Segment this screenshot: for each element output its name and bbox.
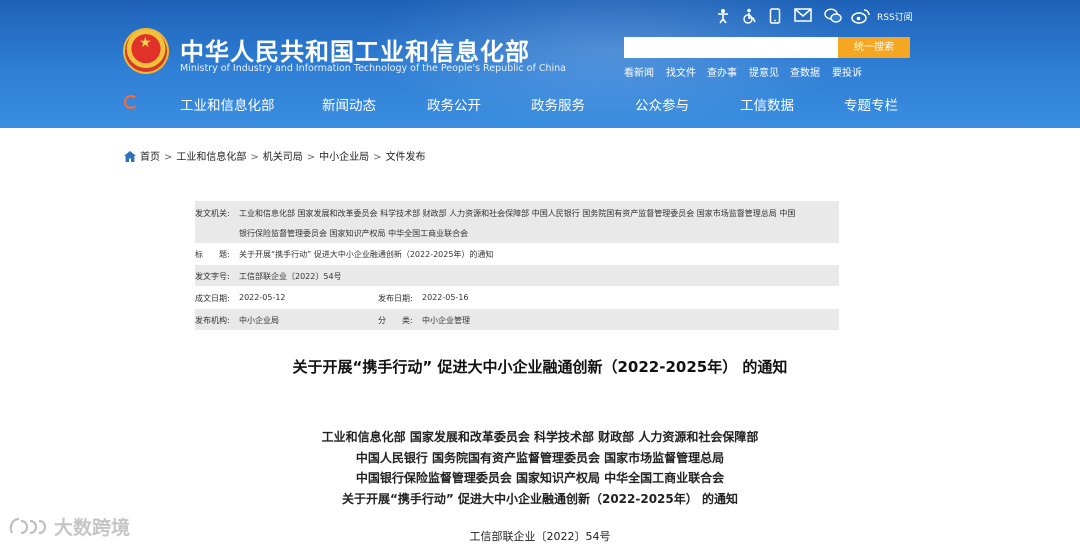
home-icon[interactable] <box>124 151 136 162</box>
meta-issuer-label: 发文机关: <box>195 209 230 218</box>
quick-link-complaint[interactable]: 要投诉 <box>832 64 862 79</box>
issuers-line: 中国银行保险监督管理委员会 国家知识产权局 中华全国工商业联合会 <box>355 471 725 485</box>
nav-item-services[interactable]: 政务服务 <box>531 94 585 114</box>
meta-docno-label: 发文字号: <box>195 272 230 281</box>
meta-category-label: 分 类: <box>378 316 413 325</box>
nav-item-ministry[interactable]: 工业和信息化部 <box>180 94 275 114</box>
document-issuers: 工业和信息化部 国家发展和改革委员会 科学技术部 财政部 人力资源和社会保障部 … <box>0 427 1080 509</box>
breadcrumb-home[interactable]: 首页 <box>140 152 160 163</box>
document-number: 工信部联企业〔2022〕54号 <box>469 530 611 543</box>
meta-row-issuer: 发文机关: 工业和信息化部 国家发展和改革委员会 科学技术部 财政部 人力资源和… <box>195 201 839 243</box>
meta-created-label: 成文日期: <box>195 294 230 303</box>
search-button[interactable]: 统一搜索 <box>838 37 910 58</box>
emblem-star-icon: ★ <box>139 35 152 51</box>
meta-row-dates: 成文日期: 2022-05-12 发布日期: 2022-05-16 <box>195 286 839 309</box>
wheelchair-icon[interactable] <box>742 8 757 24</box>
quick-link-feedback[interactable]: 提意见 <box>749 64 779 79</box>
quick-link-services[interactable]: 查办事 <box>707 64 737 79</box>
issuers-line: 工业和信息化部 国家发展和改革委员会 科学技术部 财政部 人力资源和社会保障部 <box>321 430 759 444</box>
meta-docno-value: 工信部联企业〔2022〕54号 <box>239 272 342 281</box>
breadcrumb: 首页 > 工业和信息化部 > 机关司局 > 中小企业局 > 文件发布 <box>124 148 426 163</box>
site-title[interactable]: 中华人民共和国工业和信息化部 <box>180 32 530 67</box>
meta-created-value: 2022-05-12 <box>239 293 286 302</box>
meta-issuer-line1: 工业和信息化部 国家发展和改革委员会 科学技术部 财政部 人力资源和社会保障部 … <box>239 209 796 218</box>
rss-link[interactable]: RSS订阅 <box>877 10 913 23</box>
quick-link-data[interactable]: 查数据 <box>790 64 820 79</box>
mobile-icon[interactable] <box>769 8 781 24</box>
meta-issuer-line2: 银行保险监督管理委员会 国家知识产权局 中华全国工商业联合会 <box>239 229 469 238</box>
accessibility-icon[interactable] <box>716 8 730 24</box>
document-title: 关于开展“携手行动” 促进大中小企业融通创新（2022-2025年） 的通知 <box>292 358 788 376</box>
meta-published-label: 发布日期: <box>378 294 413 303</box>
wechat-icon[interactable] <box>824 8 842 24</box>
watermark-logo-icon <box>9 517 47 535</box>
meta-org-value: 中小企业局 <box>239 316 279 325</box>
national-emblem-logo[interactable]: ★ <box>123 28 169 74</box>
meta-org-label: 发布机构: <box>195 316 230 325</box>
quick-link-news[interactable]: 看新闻 <box>624 64 654 79</box>
meta-row-docno: 发文字号: 工信部联企业〔2022〕54号 <box>195 265 839 286</box>
breadcrumb-separator: > <box>373 152 382 163</box>
meta-published-value: 2022-05-16 <box>422 293 469 302</box>
meta-row-title: 标 题: 关于开展“携手行动” 促进大中小企业融通创新（2022-2025年）的… <box>195 243 839 265</box>
quick-link-files[interactable]: 找文件 <box>666 64 696 79</box>
breadcrumb-departments[interactable]: 机关司局 <box>263 152 303 163</box>
issuers-line: 关于开展“携手行动” 促进大中小企业融通创新（2022-2025年） 的通知 <box>342 491 738 506</box>
document-metadata-table: 发文机关: 工业和信息化部 国家发展和改革委员会 科学技术部 财政部 人力资源和… <box>195 201 839 330</box>
nav-item-open-affairs[interactable]: 政务公开 <box>427 94 481 114</box>
breadcrumb-separator: > <box>164 152 173 163</box>
nav-item-data[interactable]: 工信数据 <box>740 94 794 114</box>
site-header: ★ 中华人民共和国工业和信息化部 Ministry of Industry an… <box>0 0 1080 128</box>
nav-item-participation[interactable]: 公众参与 <box>635 94 689 114</box>
breadcrumb-sme-bureau[interactable]: 中小企业局 <box>319 152 369 163</box>
meta-title-value: 关于开展“携手行动” 促进大中小企业融通创新（2022-2025年）的通知 <box>239 250 494 259</box>
issuers-line: 中国人民银行 国务院国有资产监督管理委员会 国家市场监督管理总局 <box>355 450 725 465</box>
nav-logo-icon[interactable] <box>124 95 138 109</box>
breadcrumb-ministry[interactable]: 工业和信息化部 <box>176 152 246 163</box>
watermark: 大数跨境 <box>8 513 130 540</box>
nav-item-topics[interactable]: 专题专栏 <box>844 94 898 114</box>
breadcrumb-separator: > <box>306 152 316 163</box>
site-subtitle: Ministry of Industry and Information Tec… <box>180 63 566 74</box>
meta-title-label: 标 题: <box>195 250 230 259</box>
mail-icon[interactable] <box>794 8 812 24</box>
meta-row-org: 发布机构: 中小企业局 分 类: 中小企业管理 <box>195 309 839 330</box>
breadcrumb-file-release[interactable]: 文件发布 <box>386 152 426 163</box>
meta-category-value: 中小企业管理 <box>422 316 470 325</box>
watermark-text: 大数跨境 <box>54 517 131 539</box>
weibo-icon[interactable] <box>851 8 871 24</box>
nav-item-news[interactable]: 新闻动态 <box>322 94 376 114</box>
breadcrumb-separator: > <box>250 152 259 163</box>
search-input[interactable] <box>624 37 838 58</box>
